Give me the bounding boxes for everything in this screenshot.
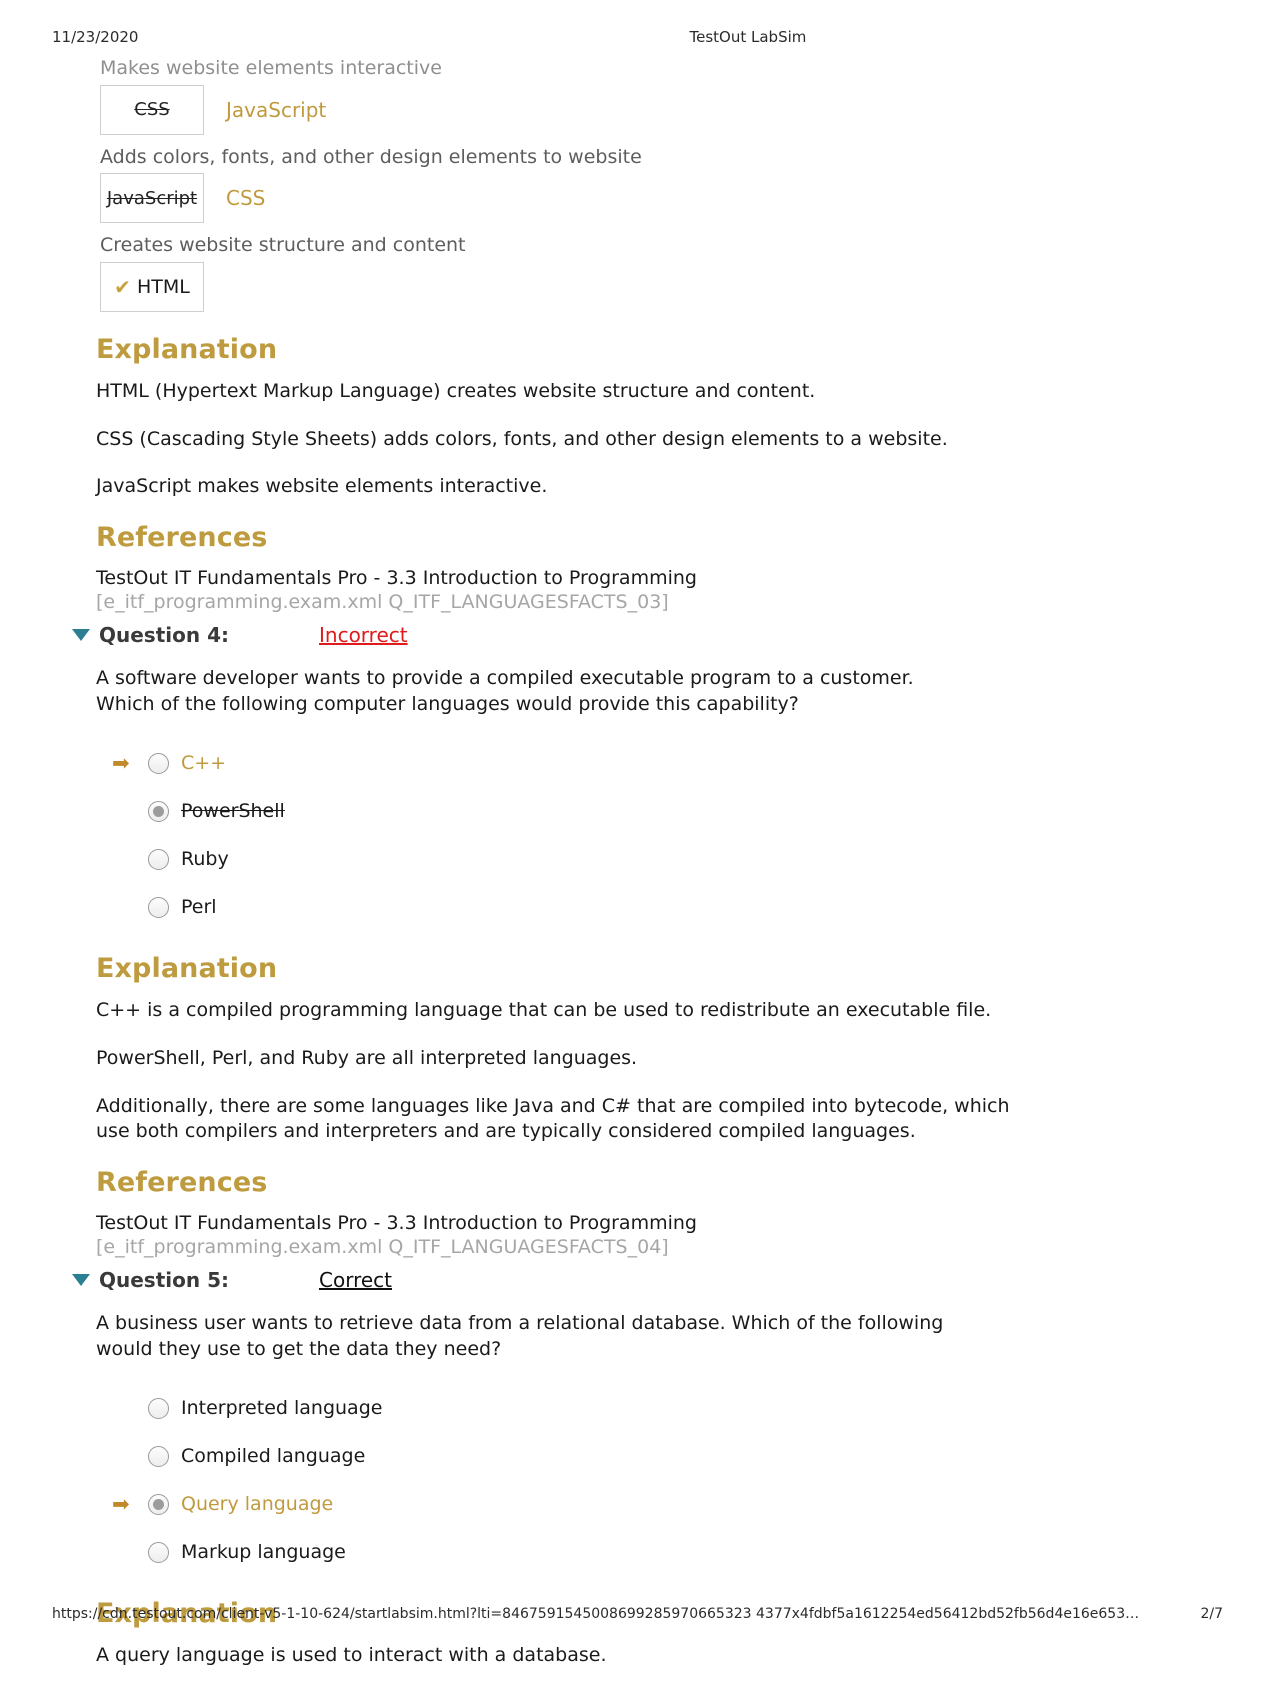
check-mark-icon: ✔ [114,275,131,300]
radio-button[interactable] [148,1397,169,1419]
radio-button[interactable] [148,752,169,774]
question-4-header[interactable]: Question 4: Incorrect [70,623,1210,647]
option-label: Compiled language [181,1445,366,1468]
match-prompt: Makes website elements interactive [100,57,442,79]
question-4-block: Question 4: Incorrect A software develop… [70,623,1210,1258]
print-date: 11/23/2020 [52,28,139,46]
correct-answer-text: JavaScript [226,97,327,122]
reference-title: TestOut IT Fundamentals Pro - 3.3 Introd… [96,566,697,589]
match-prompt: Adds colors, fonts, and other design ele… [100,145,642,168]
radio-button[interactable] [148,800,169,822]
radio-button[interactable] [148,896,169,918]
option-label: Interpreted language [181,1397,383,1420]
option-label: Markup language [181,1541,346,1564]
printed-exam-page: 11/23/2020 TestOut LabSim Makes website … [0,0,1275,1666]
explanation-paragraph: A query language is used to interact wit… [96,1644,607,1667]
option-label: Perl [181,896,217,919]
triangle-down-icon[interactable] [72,1273,90,1286]
radio-button[interactable] [148,1445,169,1467]
match-answer-row: CSS JavaScript [100,84,1210,135]
match-answer-row: ✔ HTML [100,262,1210,313]
match-prompt: Creates website structure and content [100,234,466,257]
radio-button[interactable] [148,1493,169,1515]
print-footer-url: https://cdn.testout.com/client-v5-1-10-6… [52,1606,1140,1622]
option-label: Ruby [181,848,229,871]
question-5-options: Interpreted language Compiled language ➡… [70,1384,1210,1576]
explanation-paragraph: CSS (Cascading Style Sheets) adds colors… [96,427,948,450]
option-row[interactable]: Ruby [70,835,1210,883]
question-5-text: A business user wants to retrieve data f… [96,1311,944,1361]
option-row[interactable]: Markup language [70,1528,1210,1576]
dropped-answer-text: HTML [136,276,190,299]
drop-target-box[interactable]: CSS [100,84,204,135]
radio-button[interactable] [148,848,169,870]
option-row[interactable]: Compiled language [70,1432,1210,1480]
match-answer-row: JavaScript CSS [100,173,1210,224]
explanation-paragraph: HTML (Hypertext Markup Language) creates… [96,380,816,403]
explanation-paragraph: C++ is a compiled programming language t… [96,999,992,1022]
reference-id: [e_itf_programming.exam.xml Q_ITF_LANGUA… [96,590,669,613]
triangle-down-icon[interactable] [72,628,90,641]
dropped-answer-text: CSS [134,99,170,121]
reference-title: TestOut IT Fundamentals Pro - 3.3 Introd… [96,1211,697,1234]
option-label: C++ [181,752,227,775]
drop-target-box[interactable]: JavaScript [100,173,204,224]
match-item: Adds colors, fonts, and other design ele… [70,145,1210,224]
question-5-header[interactable]: Question 5: Correct [70,1268,1210,1292]
matching-question-block: Makes website elements interactive CSS J… [70,56,1210,613]
option-row[interactable]: Perl [70,883,1210,931]
reference-id: [e_itf_programming.exam.xml Q_ITF_LANGUA… [96,1235,669,1258]
print-app-title: TestOut LabSim [689,28,807,46]
correct-answer-text: CSS [226,186,266,211]
print-footer-page-number: 2/7 [1200,1606,1223,1622]
question-4-status-badge: Incorrect [319,622,408,647]
option-row[interactable]: ➡ C++ [70,739,1210,787]
radio-button[interactable] [148,1541,169,1563]
drop-target-box[interactable]: ✔ HTML [100,262,204,313]
explanation-paragraph: PowerShell, Perl, and Ruby are all inter… [96,1047,638,1070]
arrow-right-icon: ➡ [112,750,130,775]
references-heading: References [96,521,268,553]
question-5-status-badge: Correct [319,1267,392,1292]
explanation-heading: Explanation [96,953,278,985]
arrow-right-icon: ➡ [112,1491,130,1516]
question-4-text: A software developer wants to provide a … [96,666,914,716]
question-5-label: Question 5: [99,1267,229,1292]
question-4-label: Question 4: [99,622,229,647]
option-row[interactable]: ➡ Query language [70,1480,1210,1528]
dropped-answer-text: JavaScript [106,187,198,209]
explanation-heading: Explanation [96,334,278,366]
option-label: Query language [181,1493,334,1516]
question-4-options: ➡ C++ PowerShell Ruby Perl [70,739,1210,931]
print-footer: https://cdn.testout.com/client-v5-1-10-6… [0,1606,1275,1622]
option-row[interactable]: PowerShell [70,787,1210,835]
match-item: Creates website structure and content ✔ … [70,233,1210,313]
explanation-paragraph: Additionally, there are some languages l… [96,1094,1010,1143]
explanation-paragraph: JavaScript makes website elements intera… [96,475,548,498]
print-header: 11/23/2020 TestOut LabSim [0,28,1275,46]
match-item: Makes website elements interactive CSS J… [70,56,1210,135]
page-content: Makes website elements interactive CSS J… [70,56,1210,1691]
option-row[interactable]: Interpreted language [70,1384,1210,1432]
references-heading: References [96,1166,268,1198]
option-label: PowerShell [181,800,285,823]
